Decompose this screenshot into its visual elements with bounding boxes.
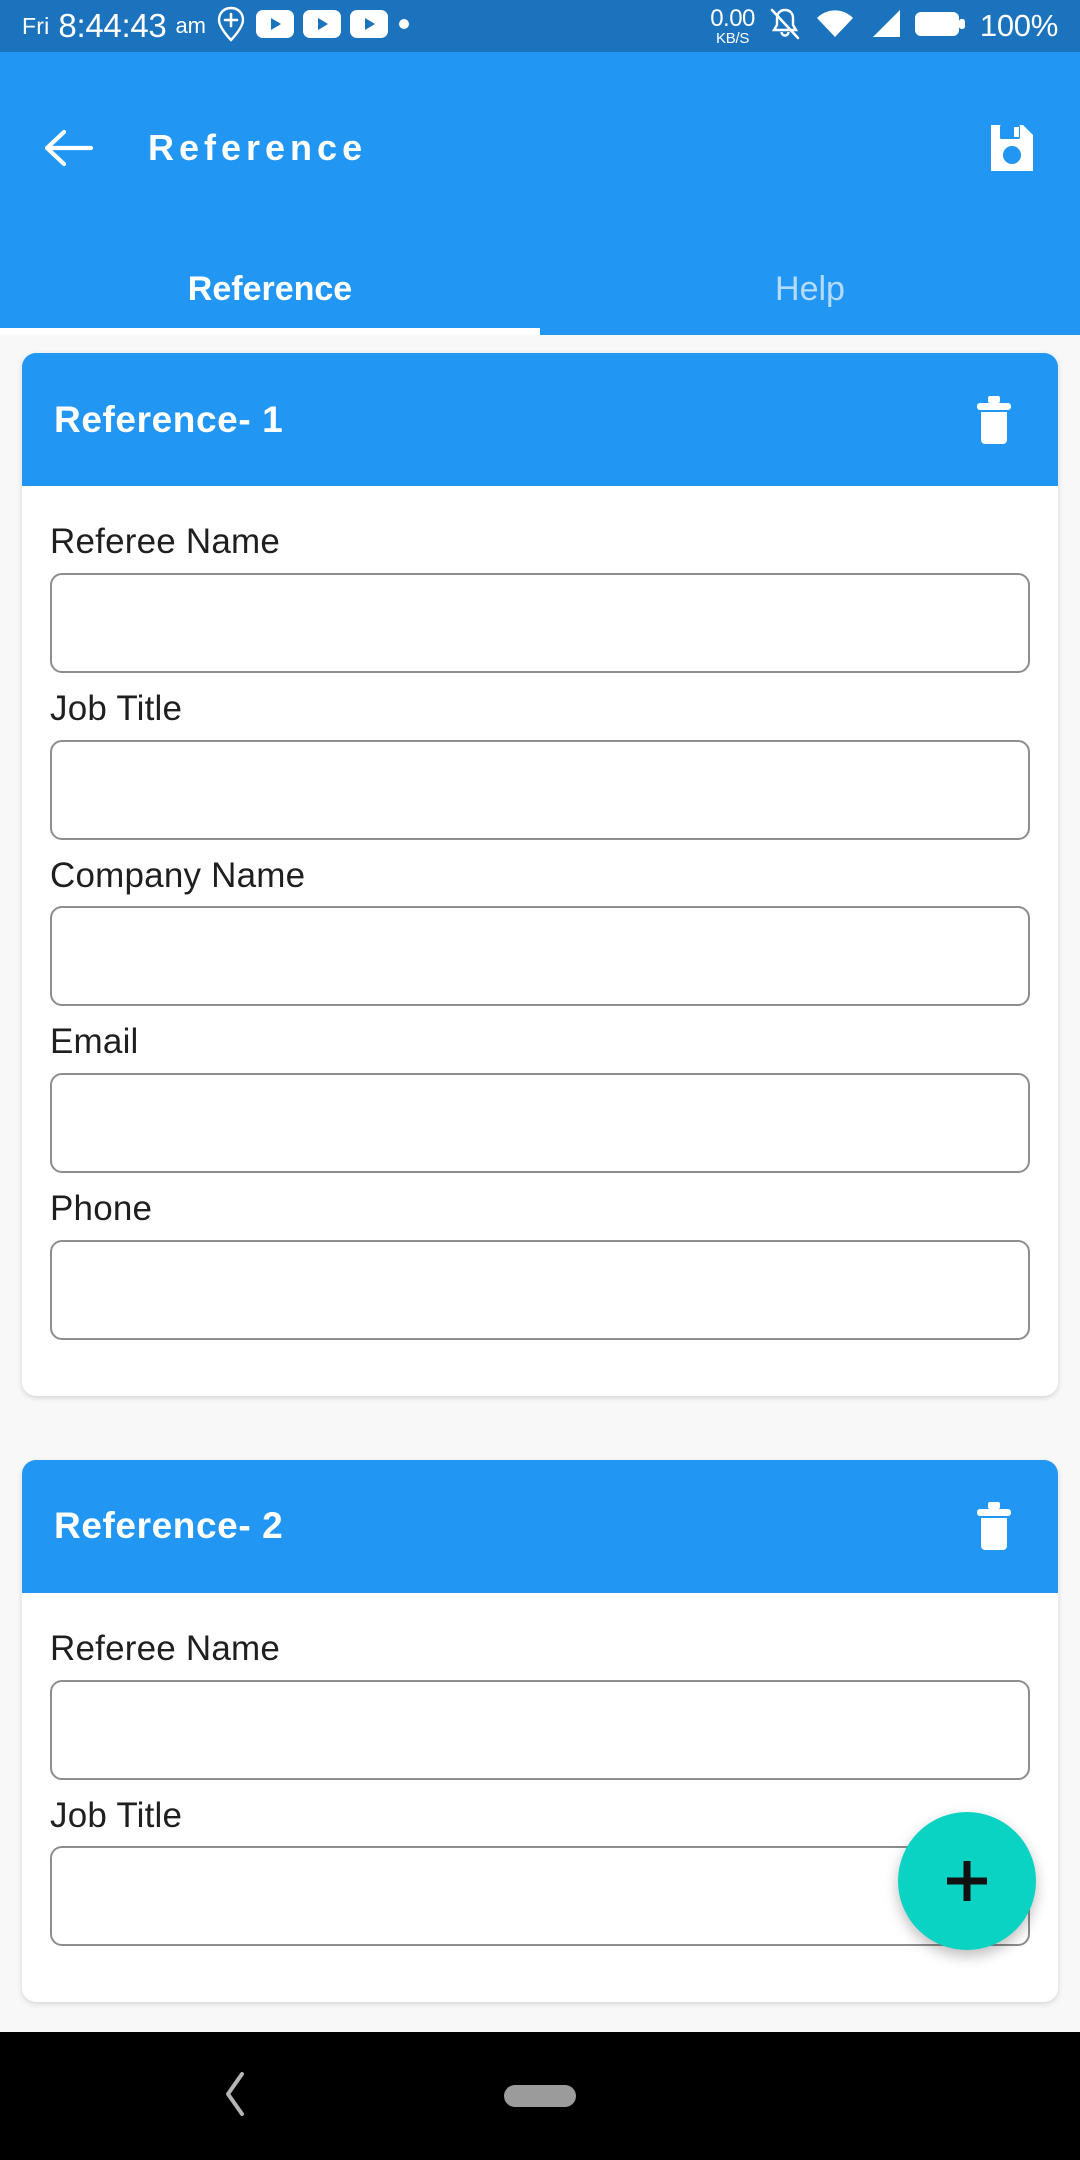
reference-card-header: Reference- 2 — [22, 1459, 1058, 1593]
wifi-icon — [815, 8, 855, 45]
status-time: 8:44:43 — [58, 7, 167, 44]
referee-name-input[interactable] — [50, 1679, 1030, 1780]
bell-muted-icon — [768, 6, 802, 47]
network-speed: 0.00 KB/S — [710, 4, 755, 47]
reference-card: Reference- 1 Referee Name Job Title Comp… — [22, 353, 1058, 1396]
network-speed-unit: KB/S — [716, 29, 750, 47]
reference-card-body: Referee Name Job Title Company Name Emai… — [22, 486, 1058, 1396]
field-email: Email — [50, 1020, 1030, 1173]
nav-back-icon[interactable] — [218, 2066, 252, 2127]
field-phone: Phone — [50, 1187, 1030, 1340]
battery-icon — [914, 10, 965, 43]
plus-icon — [947, 1861, 987, 1901]
field-job-title: Job Title — [50, 687, 1030, 840]
status-bar-left: Fri 8:44:43 am — [22, 6, 411, 47]
referee-name-input[interactable] — [50, 572, 1030, 673]
system-nav-bar — [0, 2032, 1080, 2160]
reference-card-body: Referee Name Job Title — [22, 1593, 1058, 2003]
field-label: Email — [50, 1022, 139, 1062]
app-bar: Reference — [0, 52, 1080, 244]
reference-card-title: Reference- 2 — [54, 1505, 284, 1547]
location-add-icon — [215, 6, 247, 47]
reference-list-scroll[interactable]: Reference- 1 Referee Name Job Title Comp… — [0, 335, 1080, 2032]
status-day: Fri — [22, 12, 50, 39]
field-company-name: Company Name — [50, 854, 1030, 1007]
reference-card-header: Reference- 1 — [22, 353, 1058, 486]
network-speed-value: 0.00 — [710, 4, 755, 32]
status-bar-right: 0.00 KB/S 100% — [710, 6, 1058, 47]
phone-screen: Fri 8:44:43 am 0.00 KB/S 100% Reference … — [0, 0, 1080, 2160]
back-arrow-icon[interactable] — [42, 126, 96, 170]
delete-icon[interactable] — [972, 1500, 1016, 1552]
field-referee-name: Referee Name — [50, 1627, 1030, 1780]
play-icon — [303, 9, 341, 43]
email-input[interactable] — [50, 1073, 1030, 1173]
field-referee-name: Referee Name — [50, 520, 1030, 673]
battery-percent: 100% — [979, 8, 1058, 43]
reference-card-title: Reference- 1 — [54, 398, 284, 440]
tab-help[interactable]: Help — [540, 244, 1080, 335]
field-job-title: Job Title — [50, 1794, 1030, 1947]
phone-input[interactable] — [50, 1239, 1030, 1340]
signal-icon — [868, 8, 902, 45]
tab-reference[interactable]: Reference — [0, 244, 540, 335]
status-bar: Fri 8:44:43 am 0.00 KB/S 100% — [0, 0, 1080, 52]
save-icon[interactable] — [988, 122, 1036, 174]
field-label: Referee Name — [50, 1628, 281, 1668]
add-reference-button[interactable] — [898, 1812, 1036, 1950]
play-icon — [350, 9, 388, 43]
tab-bar: Reference Help — [0, 244, 1080, 335]
job-title-input[interactable] — [50, 1846, 1030, 1947]
dot-icon — [397, 17, 411, 36]
field-label: Phone — [50, 1189, 153, 1228]
field-label: Referee Name — [50, 522, 281, 561]
delete-icon[interactable] — [972, 394, 1016, 446]
nav-home-indicator[interactable] — [504, 2085, 576, 2107]
status-ampm: am — [175, 13, 206, 38]
field-label: Job Title — [50, 1795, 183, 1835]
reference-card: Reference- 2 Referee Name Job Title — [22, 1459, 1058, 2003]
field-label: Job Title — [50, 688, 183, 728]
company-name-input[interactable] — [50, 906, 1030, 1007]
job-title-input[interactable] — [50, 739, 1030, 840]
page-title: Reference — [148, 127, 368, 168]
play-icon — [256, 9, 294, 43]
field-label: Company Name — [50, 855, 306, 895]
